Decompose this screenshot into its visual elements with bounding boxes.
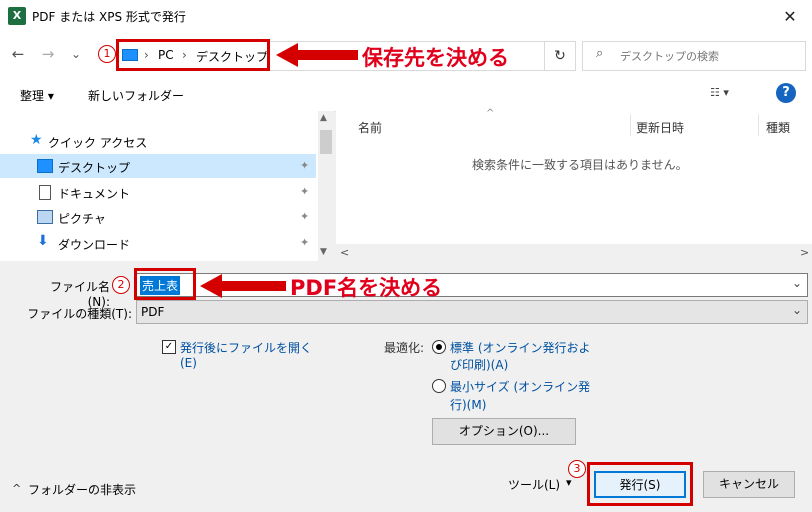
close-button[interactable]: ✕ <box>770 3 810 30</box>
navigation-scroll-thumb[interactable] <box>320 130 332 154</box>
tools-caret-icon[interactable]: ▾ <box>566 476 572 489</box>
scroll-right-icon[interactable]: > <box>800 246 809 259</box>
annotation-highlight-2 <box>134 268 196 300</box>
forward-button[interactable]: → <box>38 44 58 64</box>
window-title: PDF または XPS 形式で発行 <box>32 10 186 24</box>
sidebar-item-label: クイック アクセス <box>48 136 148 150</box>
annotation-arrow-body-2 <box>220 281 286 291</box>
sidebar-item-desktop[interactable]: デスクトップ ✦ <box>0 154 316 178</box>
help-icon[interactable]: ? <box>776 83 796 103</box>
filename-dropdown-icon[interactable]: ⌄ <box>792 276 802 290</box>
document-icon <box>39 185 51 200</box>
search-placeholder: デスクトップの検索 <box>620 50 719 63</box>
column-header-type[interactable]: 種類 <box>766 119 790 136</box>
column-divider[interactable] <box>758 114 759 136</box>
annotation-text-1: 保存先を決める <box>362 46 509 70</box>
scroll-up-icon[interactable]: ▲ <box>320 113 327 123</box>
optimize-minimum-radio[interactable] <box>432 379 446 393</box>
excel-app-icon: X <box>8 7 26 25</box>
optimize-standard-label[interactable]: 標準 (オンライン発行およ <box>450 339 591 356</box>
star-icon: ★ <box>30 132 43 148</box>
tools-menu[interactable]: ツール(L) <box>508 476 560 493</box>
filetype-select[interactable] <box>136 300 808 324</box>
filetype-value: PDF <box>141 305 165 319</box>
open-after-publish-accesskey[interactable]: (E) <box>180 356 197 370</box>
search-icon: ⌕ <box>596 46 604 61</box>
filetype-label: ファイルの種類(T): <box>27 307 132 321</box>
sidebar-item-label: ダウンロード <box>58 238 131 252</box>
back-button[interactable]: ← <box>8 44 28 64</box>
sidebar-item-pictures[interactable]: ピクチャ ✦ <box>0 205 316 229</box>
pin-icon: ✦ <box>300 236 310 249</box>
publish-button[interactable]: 発行(S) <box>594 471 686 498</box>
file-list-pane <box>336 111 812 261</box>
organize-menu[interactable]: 整理 ▾ <box>20 87 54 104</box>
desktop-icon <box>37 159 53 173</box>
pin-icon: ✦ <box>300 185 310 198</box>
annotation-number-2: 2 <box>112 276 130 294</box>
sidebar-item-downloads[interactable]: ⬇ ダウンロード ✦ <box>0 231 316 255</box>
optimize-minimum-label[interactable]: 最小サイズ (オンライン発 <box>450 378 590 395</box>
optimize-standard-label-2[interactable]: び印刷)(A) <box>450 356 508 373</box>
view-options-button[interactable]: ☷ ▾ <box>710 86 729 99</box>
open-after-publish-checkbox[interactable]: ✓ <box>162 340 176 354</box>
sort-caret-icon: ^ <box>486 108 495 119</box>
scroll-down-icon[interactable]: ▼ <box>320 247 327 257</box>
column-header-modified[interactable]: 更新日時 <box>636 119 684 136</box>
column-header-name[interactable]: 名前 <box>358 119 382 136</box>
scroll-left-icon[interactable]: < <box>340 246 349 259</box>
recent-locations-dropdown[interactable]: ⌄ <box>66 44 86 64</box>
column-divider[interactable] <box>630 114 631 136</box>
filetype-dropdown-icon[interactable]: ⌄ <box>792 303 802 317</box>
optimize-standard-radio[interactable] <box>432 340 446 354</box>
sidebar-item-label: ピクチャ <box>58 212 106 226</box>
pin-icon: ✦ <box>300 210 310 223</box>
annotation-arrow-body-1 <box>296 50 358 60</box>
sidebar-item-label: ドキュメント <box>58 187 131 201</box>
annotation-arrow-head-2 <box>200 274 222 298</box>
annotation-arrow-head-1 <box>276 43 298 67</box>
hide-folders-button[interactable]: フォルダーの非表示 <box>28 481 136 498</box>
pin-icon: ✦ <box>300 159 310 172</box>
hide-folders-caret-icon[interactable]: ^ <box>12 482 21 495</box>
annotation-highlight-1 <box>116 39 270 71</box>
open-after-publish-label[interactable]: 発行後にファイルを開く <box>180 339 312 356</box>
annotation-number-3: 3 <box>568 460 586 478</box>
annotation-number-1: 1 <box>98 45 116 63</box>
refresh-button[interactable]: ↻ <box>544 41 576 71</box>
sidebar-item-label: デスクトップ <box>58 161 131 175</box>
optimize-minimum-label-2[interactable]: 行)(M) <box>450 396 486 413</box>
download-arrow-icon: ⬇ <box>37 233 49 249</box>
options-button[interactable]: オプション(O)... <box>432 418 576 445</box>
empty-results-message: 検索条件に一致する項目はありません。 <box>472 158 688 172</box>
horizontal-scrollbar[interactable] <box>336 244 812 261</box>
cancel-button[interactable]: キャンセル <box>703 471 795 498</box>
sidebar-item-quick-access[interactable]: ★ クイック アクセス <box>0 129 316 153</box>
optimize-label: 最適化: <box>384 341 425 355</box>
annotation-text-2: PDF名を決める <box>290 276 443 300</box>
sidebar-item-documents[interactable]: ドキュメント ✦ <box>0 180 316 204</box>
new-folder-button[interactable]: 新しいフォルダー <box>88 87 184 104</box>
pictures-icon <box>37 210 53 224</box>
